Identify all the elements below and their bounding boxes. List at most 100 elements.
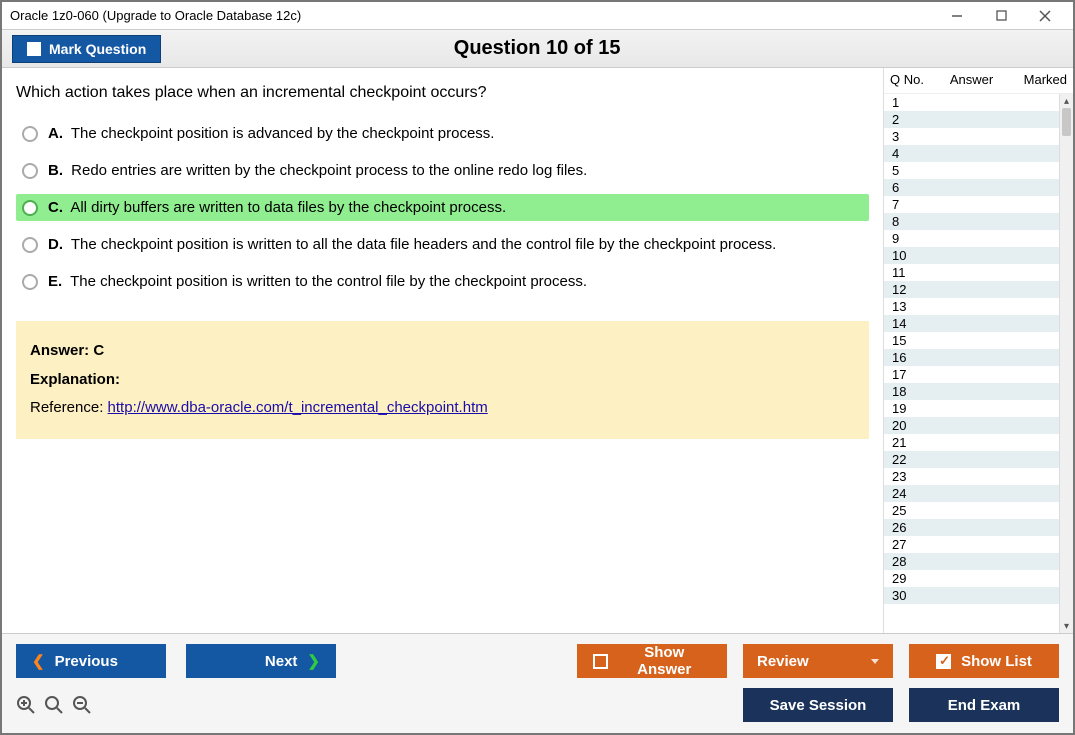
toolbar-row-2: Save Session End Exam	[16, 688, 1059, 722]
question-list-row[interactable]: 23	[884, 468, 1059, 485]
question-list-row[interactable]: 1	[884, 94, 1059, 111]
question-list-row[interactable]: 27	[884, 536, 1059, 553]
option-text: B. Redo entries are written by the check…	[48, 162, 587, 179]
checkbox-checked-icon	[936, 654, 951, 669]
question-list-row[interactable]: 24	[884, 485, 1059, 502]
option-row[interactable]: B. Redo entries are written by the check…	[16, 157, 869, 184]
checkbox-icon	[593, 654, 608, 669]
explanation-label: Explanation:	[30, 366, 855, 395]
question-list-row[interactable]: 4	[884, 145, 1059, 162]
reference-line: Reference: http://www.dba-oracle.com/t_i…	[30, 394, 855, 423]
question-counter: Question 10 of 15	[161, 37, 913, 60]
question-list-row[interactable]: 22	[884, 451, 1059, 468]
question-list-row[interactable]: 14	[884, 315, 1059, 332]
magnifier-icon	[44, 695, 64, 715]
end-exam-label: End Exam	[948, 697, 1021, 714]
scroll-down-icon[interactable]: ▾	[1060, 619, 1073, 633]
radio-icon[interactable]	[22, 274, 38, 290]
radio-icon[interactable]	[22, 237, 38, 253]
col-marked: Marked	[1011, 72, 1067, 87]
question-list-row[interactable]: 7	[884, 196, 1059, 213]
radio-icon[interactable]	[22, 126, 38, 142]
question-list-row[interactable]: 5	[884, 162, 1059, 179]
previous-button[interactable]: ❮ Previous	[16, 644, 166, 678]
review-button[interactable]: Review	[743, 644, 893, 678]
maximize-icon	[996, 10, 1007, 21]
question-list-row[interactable]: 16	[884, 349, 1059, 366]
question-list-row[interactable]: 18	[884, 383, 1059, 400]
option-letter: D.	[48, 236, 63, 253]
question-list-row[interactable]: 19	[884, 400, 1059, 417]
zoom-reset-button[interactable]	[44, 695, 64, 715]
zoom-out-button[interactable]	[72, 695, 92, 715]
option-text: E. The checkpoint position is written to…	[48, 273, 587, 290]
scroll-thumb[interactable]	[1062, 108, 1071, 136]
maximize-button[interactable]	[981, 4, 1021, 28]
option-text: D. The checkpoint position is written to…	[48, 236, 776, 253]
question-panel: Which action takes place when an increme…	[2, 68, 883, 633]
chevron-right-icon: ❯	[307, 652, 320, 670]
question-list-row[interactable]: 9	[884, 230, 1059, 247]
window-title: Oracle 1z0-060 (Upgrade to Oracle Databa…	[10, 8, 937, 23]
question-list-row[interactable]: 6	[884, 179, 1059, 196]
reference-link[interactable]: http://www.dba-oracle.com/t_incremental_…	[108, 399, 488, 416]
question-list-row[interactable]: 15	[884, 332, 1059, 349]
review-label: Review	[757, 653, 809, 670]
question-list-row[interactable]: 10	[884, 247, 1059, 264]
scroll-up-icon[interactable]: ▴	[1060, 94, 1073, 108]
title-bar: Oracle 1z0-060 (Upgrade to Oracle Databa…	[2, 2, 1073, 30]
question-list-row[interactable]: 3	[884, 128, 1059, 145]
show-list-button[interactable]: Show List	[909, 644, 1059, 678]
minimize-button[interactable]	[937, 4, 977, 28]
question-list-row[interactable]: 2	[884, 111, 1059, 128]
save-session-label: Save Session	[770, 697, 867, 714]
question-list-row[interactable]: 20	[884, 417, 1059, 434]
question-list-row[interactable]: 30	[884, 587, 1059, 604]
zoom-in-button[interactable]	[16, 695, 36, 715]
zoom-in-icon	[16, 695, 36, 715]
col-answer: Answer	[932, 72, 1011, 87]
option-letter: C.	[48, 199, 63, 216]
question-list-row[interactable]: 21	[884, 434, 1059, 451]
answer-line: Answer: C	[30, 337, 855, 366]
scrollbar[interactable]: ▴ ▾	[1059, 94, 1073, 633]
option-row[interactable]: D. The checkpoint position is written to…	[16, 231, 869, 258]
option-letter: E.	[48, 273, 62, 290]
mark-question-button[interactable]: Mark Question	[12, 35, 161, 63]
question-list-row[interactable]: 17	[884, 366, 1059, 383]
option-row[interactable]: E. The checkpoint position is written to…	[16, 268, 869, 295]
next-label: Next	[265, 653, 298, 670]
question-list-row[interactable]: 26	[884, 519, 1059, 536]
option-row[interactable]: A. The checkpoint position is advanced b…	[16, 120, 869, 147]
option-letter: B.	[48, 162, 63, 179]
show-list-label: Show List	[961, 653, 1032, 670]
question-list-row[interactable]: 8	[884, 213, 1059, 230]
question-list: 1234567891011121314151617181920212223242…	[884, 94, 1073, 633]
question-list-row[interactable]: 29	[884, 570, 1059, 587]
minimize-icon	[951, 10, 963, 22]
radio-icon[interactable]	[22, 163, 38, 179]
chevron-down-icon	[871, 659, 879, 664]
show-answer-button[interactable]: Show Answer	[577, 644, 727, 678]
checkbox-icon	[27, 42, 41, 56]
end-exam-button[interactable]: End Exam	[909, 688, 1059, 722]
option-text: A. The checkpoint position is advanced b…	[48, 125, 494, 142]
option-row[interactable]: C. All dirty buffers are written to data…	[16, 194, 869, 221]
question-list-row[interactable]: 28	[884, 553, 1059, 570]
question-list-row[interactable]: 13	[884, 298, 1059, 315]
next-button[interactable]: Next ❯	[186, 644, 336, 678]
question-list-header: Q No. Answer Marked	[884, 68, 1073, 94]
question-list-row[interactable]: 11	[884, 264, 1059, 281]
reference-label: Reference:	[30, 399, 108, 416]
save-session-button[interactable]: Save Session	[743, 688, 893, 722]
close-button[interactable]	[1025, 4, 1065, 28]
header-bar: Mark Question Question 10 of 15	[2, 30, 1073, 68]
show-answer-label: Show Answer	[618, 644, 711, 678]
chevron-left-icon: ❮	[32, 652, 45, 670]
col-qno: Q No.	[890, 72, 932, 87]
question-list-scroll: 1234567891011121314151617181920212223242…	[884, 94, 1073, 633]
question-list-row[interactable]: 12	[884, 281, 1059, 298]
question-list-row[interactable]: 25	[884, 502, 1059, 519]
close-icon	[1039, 10, 1051, 22]
radio-icon[interactable]	[22, 200, 38, 216]
